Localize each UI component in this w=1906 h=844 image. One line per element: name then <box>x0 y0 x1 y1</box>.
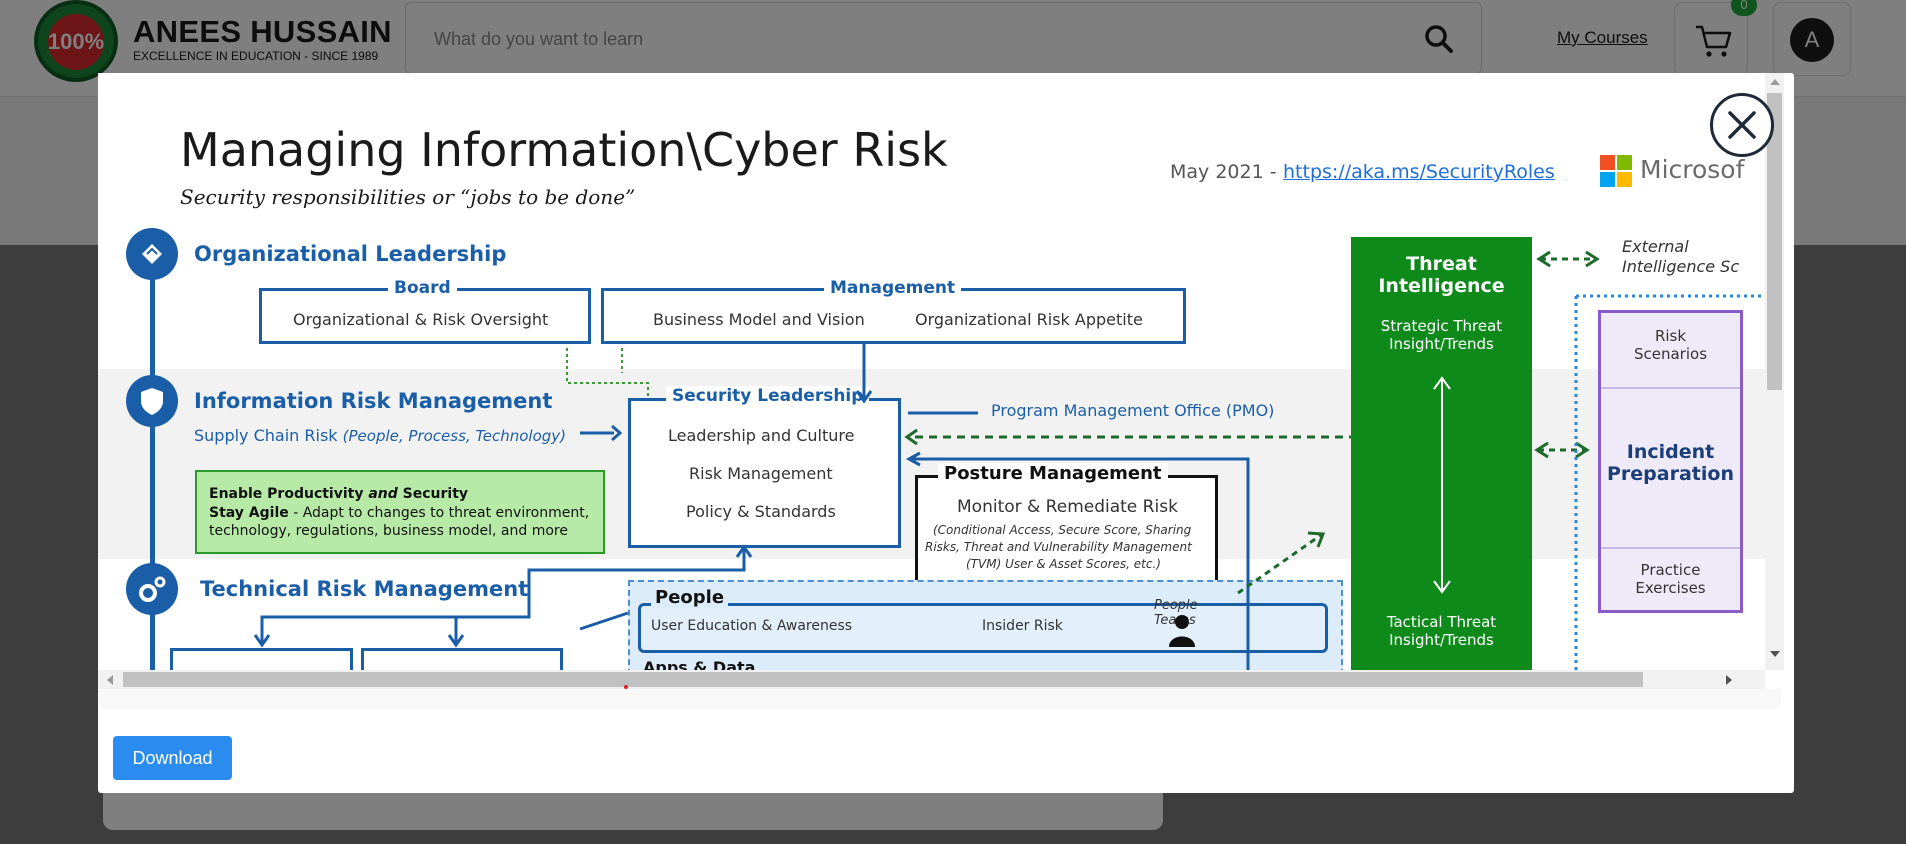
tactical-threat-text: Tactical Threat Insight/Trends <box>1386 613 1497 649</box>
threat-range-arrow-icon <box>1433 376 1451 594</box>
modal-image-footer-strip <box>98 689 1781 709</box>
external-intelligence-label: External Intelligence Sc <box>1622 237 1740 276</box>
vertical-scrollbar[interactable] <box>1765 73 1784 670</box>
strategic-threat-text: Strategic Threat Insight/Trends <box>1380 317 1503 353</box>
scroll-left-arrow-icon[interactable] <box>107 675 113 685</box>
close-icon <box>1728 111 1756 139</box>
incident-preparation-box: Risk Scenarios Incident Preparation Practi… <box>1598 310 1743 613</box>
horizontal-scrollbar[interactable] <box>98 670 1765 689</box>
close-modal-button[interactable] <box>1710 93 1774 157</box>
image-preview-modal: Managing Information\Cyber Risk Security… <box>98 73 1794 793</box>
practice-exercises-text: Practice Exercises <box>1635 561 1706 597</box>
download-button[interactable]: Download <box>113 736 232 780</box>
threat-intel-title: Threat Intelligence <box>1378 253 1505 297</box>
threat-intelligence-column: Threat Intelligence Strategic Threat Insig… <box>1351 237 1532 670</box>
risk-scenarios-text: Risk Scenarios <box>1633 327 1708 363</box>
scroll-down-arrow-icon[interactable] <box>1770 651 1780 657</box>
scroll-right-arrow-icon[interactable] <box>1726 675 1732 685</box>
horizontal-scroll-thumb[interactable] <box>123 672 1643 687</box>
incident-preparation-title: Incident Preparation <box>1607 441 1734 485</box>
incident-divider <box>1601 547 1740 549</box>
image-viewport[interactable]: Managing Information\Cyber Risk Security… <box>98 73 1765 670</box>
scroll-up-arrow-icon[interactable] <box>1770 79 1780 85</box>
